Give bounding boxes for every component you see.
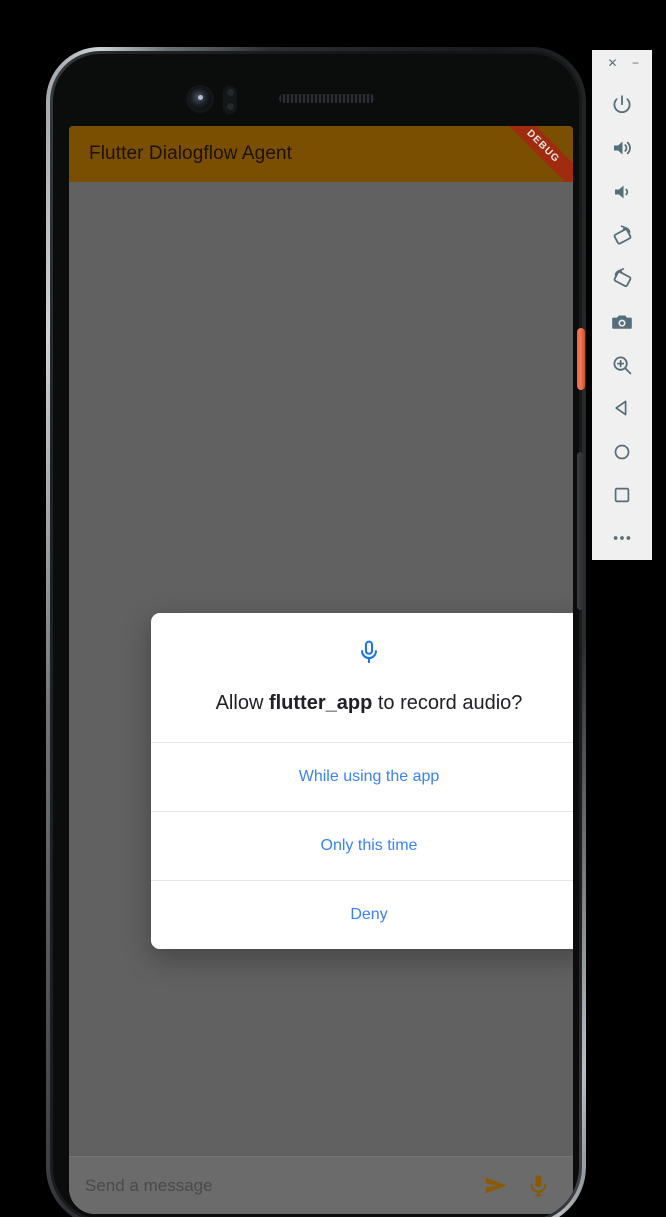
proximity-sensor-icon <box>223 86 237 114</box>
deny-button[interactable]: Deny <box>151 880 573 949</box>
page-title: Flutter Dialogflow Agent <box>89 143 293 164</box>
rotate-right-icon[interactable] <box>600 257 644 300</box>
app-screen: Flutter Dialogflow Agent DEBUG Allow flu… <box>69 126 573 1214</box>
power-icon[interactable] <box>600 83 644 126</box>
close-icon[interactable]: ✕ <box>606 56 619 69</box>
back-icon[interactable] <box>600 387 644 430</box>
screenshot-root: ✕ − Flutter Dialogflow Agent DEBUG Allow… <box>0 0 666 1217</box>
chat-body: Allow flutter_app to record audio? While… <box>69 182 573 1214</box>
home-icon[interactable] <box>600 430 644 473</box>
screenshot-icon[interactable] <box>600 300 644 343</box>
earpiece-speaker-icon <box>279 94 375 103</box>
zoom-icon[interactable] <box>600 343 644 386</box>
power-button[interactable] <box>577 328 585 390</box>
phone-bezel: Flutter Dialogflow Agent DEBUG Allow flu… <box>53 54 579 1217</box>
dialog-message-app-name: flutter_app <box>268 692 373 714</box>
emulator-toolbar: ✕ − <box>592 50 652 560</box>
allow-while-using-app-button[interactable]: While using the app <box>151 742 573 811</box>
volume-up-icon[interactable] <box>600 127 644 170</box>
microphone-icon <box>356 639 382 670</box>
rotate-left-icon[interactable] <box>600 213 644 256</box>
minimize-icon[interactable]: − <box>629 56 642 69</box>
front-camera-icon <box>189 88 211 110</box>
dialog-message: Allow flutter_app to record audio? <box>216 690 523 716</box>
volume-rocker[interactable] <box>577 452 584 610</box>
emulator-window-controls: ✕ − <box>592 50 652 76</box>
permission-dialog: Allow flutter_app to record audio? While… <box>151 613 573 949</box>
allow-only-this-time-button[interactable]: Only this time <box>151 811 573 880</box>
dialog-header: Allow flutter_app to record audio? <box>151 613 573 742</box>
more-icon[interactable] <box>600 517 644 560</box>
volume-down-icon[interactable] <box>600 170 644 213</box>
phone-device-frame: Flutter Dialogflow Agent DEBUG Allow flu… <box>46 47 586 1217</box>
dialog-message-suffix: to record audio? <box>372 692 523 714</box>
app-bar: Flutter Dialogflow Agent DEBUG <box>69 126 573 182</box>
overview-icon[interactable] <box>600 473 644 516</box>
dialog-message-prefix: Allow <box>215 692 269 714</box>
debug-banner: DEBUG <box>491 126 573 182</box>
